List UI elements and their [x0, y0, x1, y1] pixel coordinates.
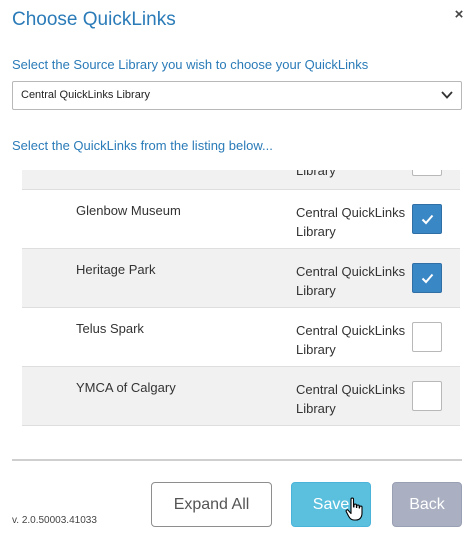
- source-library-label: Select the Source Library you wish to ch…: [12, 57, 369, 72]
- row-library: Central QuickLinks Library: [296, 264, 406, 298]
- footer-divider: [12, 459, 462, 461]
- row-library: Library: [296, 170, 336, 178]
- list-row: Heritage Park Central QuickLinks Library: [22, 249, 460, 308]
- chevron-down-icon: [441, 91, 453, 99]
- row-library: Central QuickLinks Library: [296, 323, 406, 357]
- back-button[interactable]: Back: [392, 482, 462, 527]
- row-checkbox[interactable]: [412, 204, 442, 234]
- check-icon: [421, 273, 434, 284]
- dialog-title: Choose QuickLinks: [12, 9, 176, 30]
- list-row: Glenbow Museum Central QuickLinks Librar…: [22, 190, 460, 249]
- source-library-value: Central QuickLinks Library: [21, 89, 150, 101]
- list-row: Telus Spark Central QuickLinks Library: [22, 308, 460, 367]
- version-text: v. 2.0.50003.41033: [12, 515, 97, 526]
- close-icon[interactable]: ×: [452, 7, 466, 23]
- source-library-select[interactable]: Central QuickLinks Library: [12, 81, 462, 110]
- listing-label: Select the QuickLinks from the listing b…: [12, 138, 273, 153]
- row-checkbox[interactable]: [412, 170, 442, 176]
- list-row: YMCA of Calgary Central QuickLinks Libra…: [22, 367, 460, 426]
- row-name: YMCA of Calgary: [76, 380, 176, 395]
- row-checkbox[interactable]: [412, 381, 442, 411]
- row-library: Central QuickLinks Library: [296, 205, 406, 239]
- quicklinks-list[interactable]: Library Glenbow Museum Central QuickLink…: [12, 170, 462, 434]
- expand-all-button[interactable]: Expand All: [151, 482, 272, 527]
- row-checkbox[interactable]: [412, 263, 442, 293]
- row-name: Telus Spark: [76, 321, 144, 336]
- row-name: Glenbow Museum: [76, 203, 181, 218]
- row-name: Heritage Park: [76, 262, 156, 277]
- save-button[interactable]: Save: [291, 482, 371, 527]
- row-library: Central QuickLinks Library: [296, 382, 406, 416]
- check-icon: [421, 214, 434, 225]
- choose-quicklinks-dialog: Choose QuickLinks × Select the Source Li…: [0, 0, 474, 536]
- list-row-partial: Library: [22, 170, 460, 190]
- row-checkbox[interactable]: [412, 322, 442, 352]
